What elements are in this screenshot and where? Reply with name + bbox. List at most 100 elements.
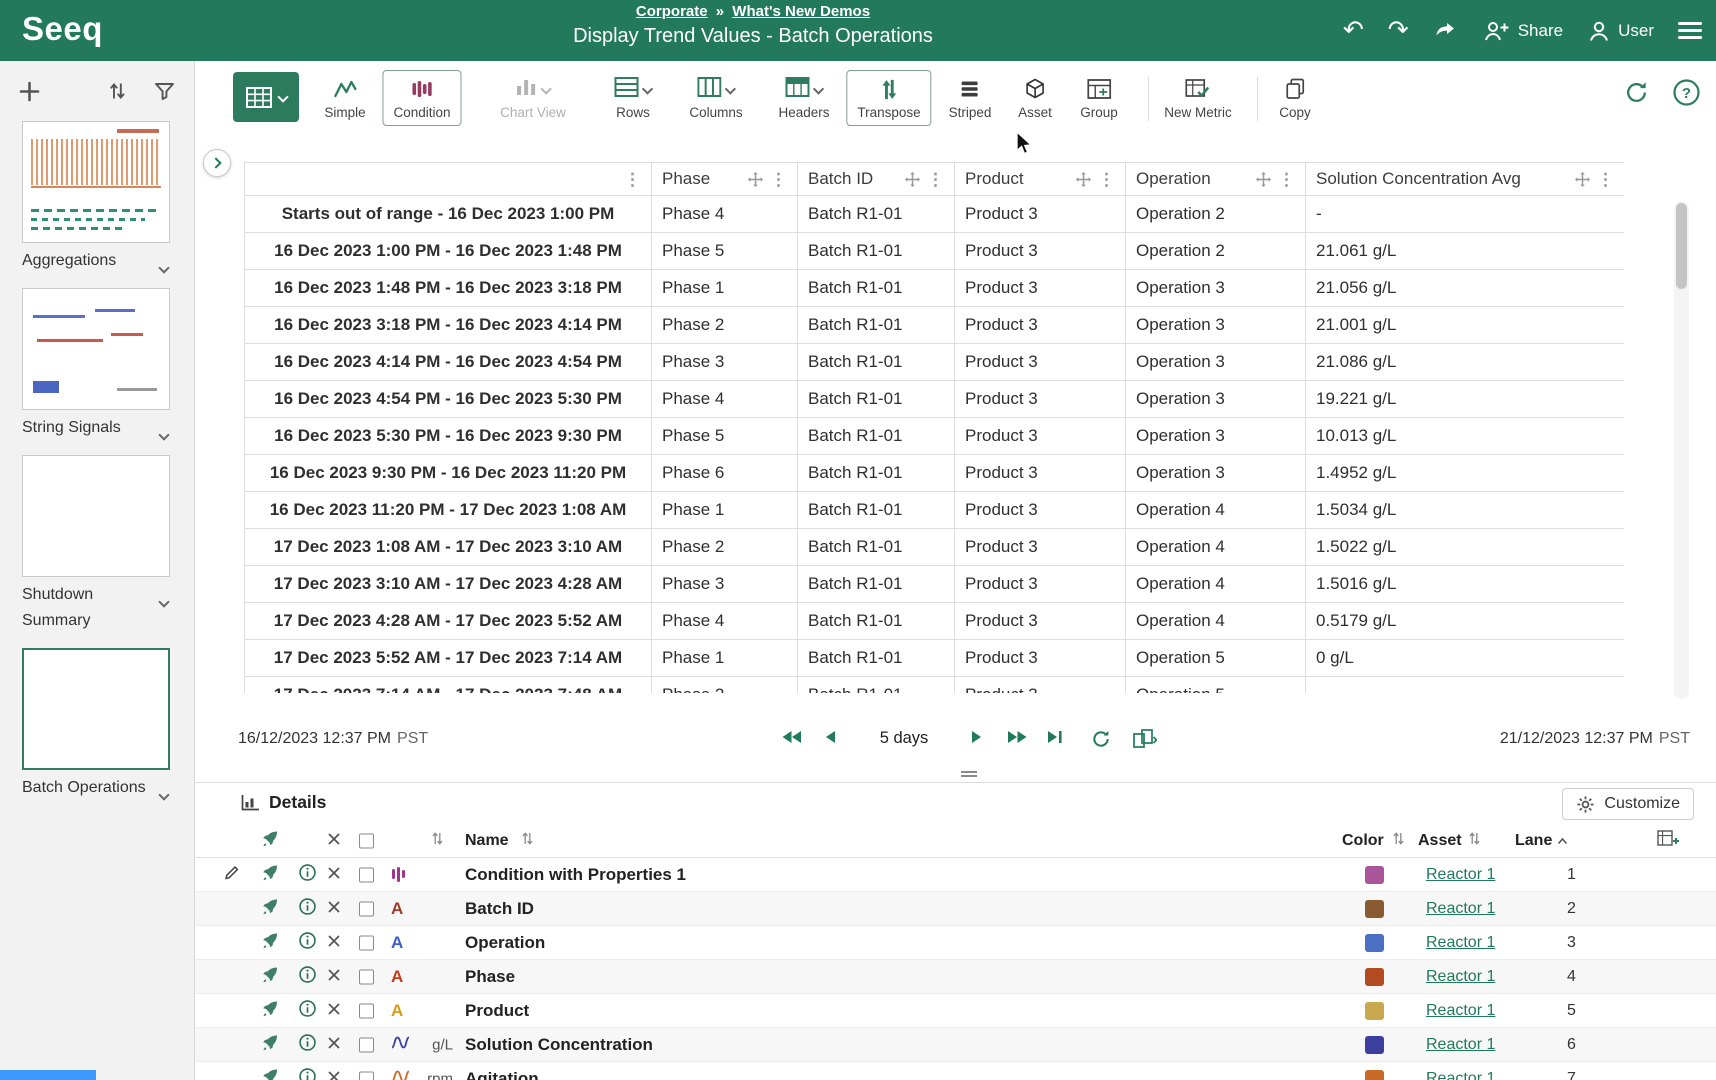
column-header-operation[interactable]: Operation⋮ — [1126, 163, 1306, 196]
info-icon[interactable] — [299, 1068, 316, 1080]
panel-resize-handle[interactable] — [961, 769, 977, 779]
remove-icon[interactable] — [328, 1036, 340, 1054]
toolbar-button-headers[interactable]: Headers — [767, 70, 840, 126]
toolbar-button-striped[interactable]: Striped — [938, 70, 1003, 126]
column-menu-icon[interactable]: ⋮ — [1098, 171, 1115, 188]
breadcrumb-folder-link[interactable]: Corporate — [636, 3, 708, 20]
display-range-end[interactable]: 21/12/2023 12:37 PMPST — [1500, 730, 1690, 748]
expand-sidebar-button[interactable] — [203, 149, 231, 177]
remove-icon[interactable] — [328, 866, 340, 884]
sidebar-item-aggregations[interactable]: Aggregations — [22, 121, 172, 274]
capsule-row[interactable]: 17 Dec 2023 4:28 AM - 17 Dec 2023 5:52 A… — [245, 603, 1625, 640]
item-name[interactable]: Batch ID — [465, 899, 534, 919]
sort-icon[interactable] — [522, 832, 533, 851]
column-header-phase[interactable]: Phase⋮ — [652, 163, 798, 196]
breadcrumb-page-link[interactable]: What's New Demos — [732, 3, 870, 20]
details-row[interactable]: A Operation Reactor 1 3 — [195, 926, 1716, 960]
duration-selector[interactable]: 5 days — [874, 729, 934, 748]
move-column-icon[interactable] — [905, 172, 920, 187]
capsule-row[interactable]: 16 Dec 2023 1:00 PM - 16 Dec 2023 1:48 P… — [245, 233, 1625, 270]
remove-icon[interactable] — [328, 968, 340, 986]
capsule-row[interactable]: 16 Dec 2023 9:30 PM - 16 Dec 2023 11:20 … — [245, 455, 1625, 492]
column-header-solution-concentration-avg[interactable]: Solution Concentration Avg⋮ — [1306, 163, 1625, 196]
chevron-down-icon[interactable] — [158, 596, 169, 607]
select-checkbox[interactable] — [359, 1003, 374, 1018]
filter-worksheets-button[interactable] — [154, 82, 175, 101]
select-checkbox[interactable] — [359, 969, 374, 984]
asset-swap-column-icon[interactable] — [262, 831, 278, 852]
select-checkbox[interactable] — [359, 1037, 374, 1052]
color-swatch[interactable] — [1365, 968, 1384, 986]
capsule-row[interactable]: 16 Dec 2023 4:54 PM - 16 Dec 2023 5:30 P… — [245, 381, 1625, 418]
capsule-row[interactable]: 17 Dec 2023 3:10 AM - 17 Dec 2023 4:28 A… — [245, 566, 1625, 603]
asset-link[interactable]: Reactor 1 — [1426, 968, 1495, 986]
sort-icon[interactable] — [432, 832, 443, 851]
column-menu-icon[interactable]: ⋮ — [1278, 171, 1295, 188]
item-name[interactable]: Condition with Properties 1 — [465, 865, 686, 885]
help-button[interactable]: ? — [1673, 79, 1700, 111]
move-column-icon[interactable] — [1575, 172, 1590, 187]
column-menu-icon[interactable]: ⋮ — [624, 171, 641, 188]
step-forward-half-button[interactable] — [1007, 729, 1028, 750]
details-row[interactable]: rpm Agitation Reactor 1 7 — [195, 1062, 1716, 1080]
select-all-checkbox[interactable] — [359, 834, 374, 849]
scrollbar-thumb[interactable] — [1676, 203, 1687, 289]
customize-button[interactable]: Customize — [1562, 788, 1694, 820]
capsule-row[interactable]: 16 Dec 2023 3:18 PM - 16 Dec 2023 4:14 P… — [245, 307, 1625, 344]
asset-swap-icon[interactable] — [262, 1034, 278, 1055]
asset-link[interactable]: Reactor 1 — [1426, 1036, 1495, 1054]
asset-swap-icon[interactable] — [262, 1000, 278, 1021]
sort-icon[interactable] — [1469, 832, 1480, 851]
chevron-down-icon[interactable] — [158, 789, 169, 800]
asset-link[interactable]: Reactor 1 — [1426, 934, 1495, 952]
column-menu-icon[interactable]: ⋮ — [1597, 171, 1614, 188]
worksheet-thumbnail[interactable] — [22, 455, 170, 577]
asset-link[interactable]: Reactor 1 — [1426, 1002, 1495, 1020]
user-menu[interactable]: User — [1587, 18, 1654, 44]
toolbar-button-new-metric[interactable]: New Metric — [1153, 70, 1243, 126]
select-checkbox[interactable] — [359, 901, 374, 916]
capsule-row[interactable]: 16 Dec 2023 4:14 PM - 16 Dec 2023 4:54 P… — [245, 344, 1625, 381]
refresh-button[interactable] — [1624, 80, 1649, 110]
chevron-down-icon[interactable] — [158, 262, 169, 273]
copy-range-button[interactable] — [1133, 729, 1157, 753]
column-menu-icon[interactable]: ⋮ — [770, 171, 787, 188]
asset-link[interactable]: Reactor 1 — [1426, 866, 1495, 884]
remove-icon[interactable] — [328, 900, 340, 918]
sidebar-item-shutdown-summary[interactable]: Shutdown Summary — [22, 455, 172, 634]
capsule-row[interactable]: 17 Dec 2023 7:14 AM - 17 Dec 2023 7:48 A… — [245, 677, 1625, 694]
info-icon[interactable] — [299, 898, 316, 920]
sort-icon[interactable] — [1393, 832, 1404, 851]
color-column-header[interactable]: Color — [1342, 832, 1384, 850]
capsule-row[interactable]: Starts out of range - 16 Dec 2023 1:00 P… — [245, 196, 1625, 233]
item-name[interactable]: Agitation — [465, 1069, 539, 1080]
capsule-row[interactable]: 16 Dec 2023 5:30 PM - 16 Dec 2023 9:30 P… — [245, 418, 1625, 455]
details-row[interactable]: g/L Solution Concentration Reactor 1 6 — [195, 1028, 1716, 1062]
share-button[interactable]: Share — [1483, 18, 1563, 44]
sort-ascending-icon[interactable] — [1557, 832, 1568, 850]
toolbar-button-copy[interactable]: Copy — [1268, 70, 1322, 126]
info-icon[interactable] — [299, 864, 316, 886]
toolbar-button-asset[interactable]: Asset — [1007, 70, 1063, 126]
select-checkbox[interactable] — [359, 867, 374, 882]
asset-link[interactable]: Reactor 1 — [1426, 1070, 1495, 1080]
move-column-icon[interactable] — [1256, 172, 1271, 187]
undo-button[interactable]: ↶ — [1343, 18, 1364, 43]
info-icon[interactable] — [299, 966, 316, 988]
capsule-row[interactable]: 17 Dec 2023 1:08 AM - 17 Dec 2023 3:10 A… — [245, 529, 1625, 566]
info-icon[interactable] — [299, 932, 316, 954]
details-row[interactable]: A Phase Reactor 1 4 — [195, 960, 1716, 994]
edit-pencil-icon[interactable] — [224, 864, 240, 885]
select-checkbox[interactable] — [359, 1071, 374, 1080]
toolbar-button-rows[interactable]: Rows — [604, 70, 663, 126]
worksheet-thumbnail[interactable] — [22, 288, 170, 410]
info-icon[interactable] — [299, 1034, 316, 1056]
new-worksheet-button[interactable] — [18, 80, 41, 103]
add-column-icon[interactable] — [1657, 830, 1680, 852]
worksheet-thumbnail[interactable] — [22, 121, 170, 243]
move-column-icon[interactable] — [1076, 172, 1091, 187]
toolbar-button-columns[interactable]: Columns — [678, 70, 753, 126]
asset-swap-icon[interactable] — [262, 864, 278, 885]
display-range-start[interactable]: 16/12/2023 12:37 PMPST — [238, 730, 428, 748]
info-icon[interactable] — [299, 1000, 316, 1022]
